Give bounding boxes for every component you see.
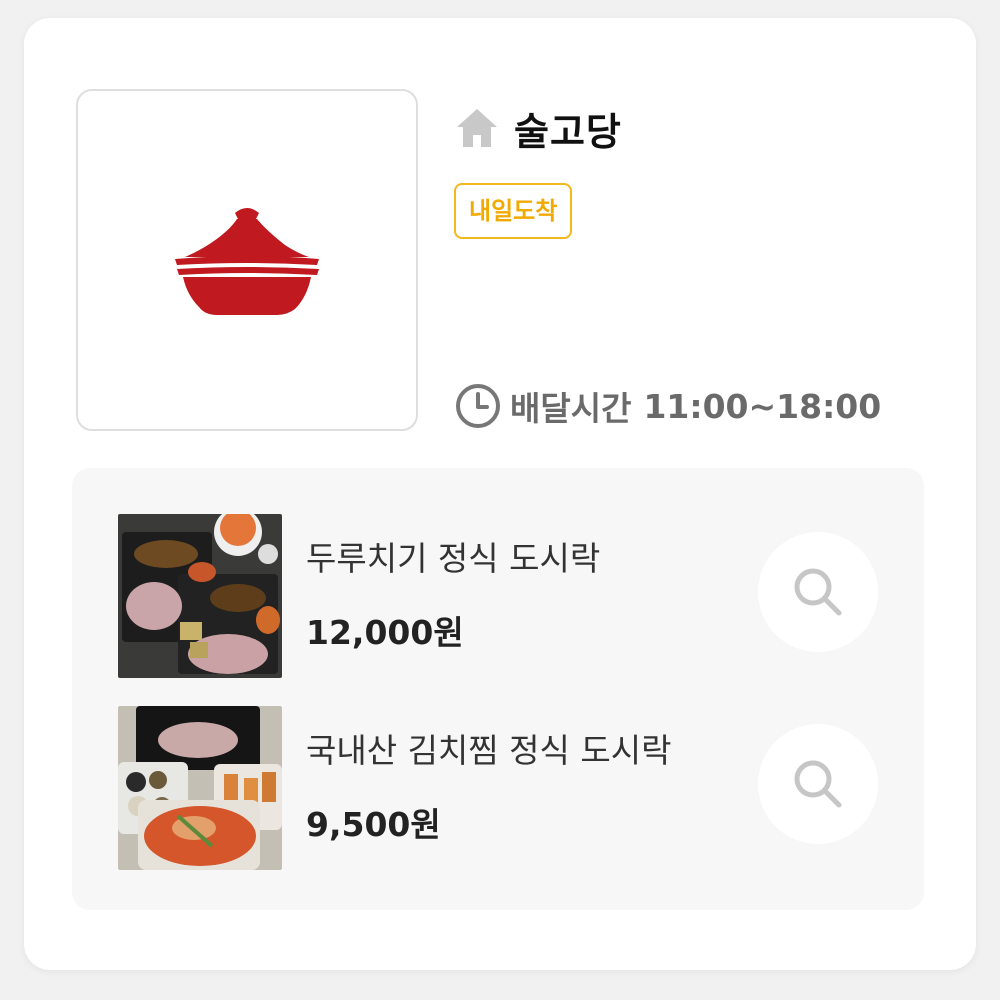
menu-item-price: 9,500원 bbox=[306, 805, 441, 844]
delivery-label: 배달시간 bbox=[510, 389, 632, 428]
menu-item-price: 12,000원 bbox=[306, 613, 464, 652]
menu-item-name: 국내산 김치찜 정식 도시락 bbox=[306, 731, 672, 770]
clay-pot-icon bbox=[175, 208, 319, 315]
store-card: 술고당 내일도착 배달시간 11:00~18:00 두루치기 정식 도시락 12… bbox=[24, 18, 976, 970]
store-title-row: 술고당 bbox=[454, 103, 622, 154]
store-logo bbox=[76, 89, 418, 431]
search-icon bbox=[794, 760, 842, 808]
store-name: 술고당 bbox=[514, 109, 622, 154]
home-icon bbox=[457, 109, 497, 147]
menu-item-name: 두루치기 정식 도시락 bbox=[306, 539, 601, 578]
clock-icon bbox=[456, 384, 500, 428]
delivery-hours: 11:00~18:00 bbox=[643, 386, 882, 426]
menu-item-image bbox=[118, 514, 282, 678]
menu-item-image bbox=[118, 706, 282, 870]
delivery-badge: 내일도착 bbox=[454, 183, 573, 239]
search-button[interactable] bbox=[758, 532, 878, 652]
menu-item[interactable]: 두루치기 정식 도시락 12,000원 bbox=[118, 514, 878, 678]
delivery-time-row: 배달시간 11:00~18:00 bbox=[454, 380, 881, 432]
search-icon bbox=[794, 568, 842, 616]
search-button[interactable] bbox=[758, 724, 878, 844]
menu-item[interactable]: 국내산 김치찜 정식 도시락 9,500원 bbox=[118, 706, 878, 870]
menu-list: 두루치기 정식 도시락 12,000원 국내산 김치찜 정식 도시락 9,500… bbox=[72, 468, 924, 910]
